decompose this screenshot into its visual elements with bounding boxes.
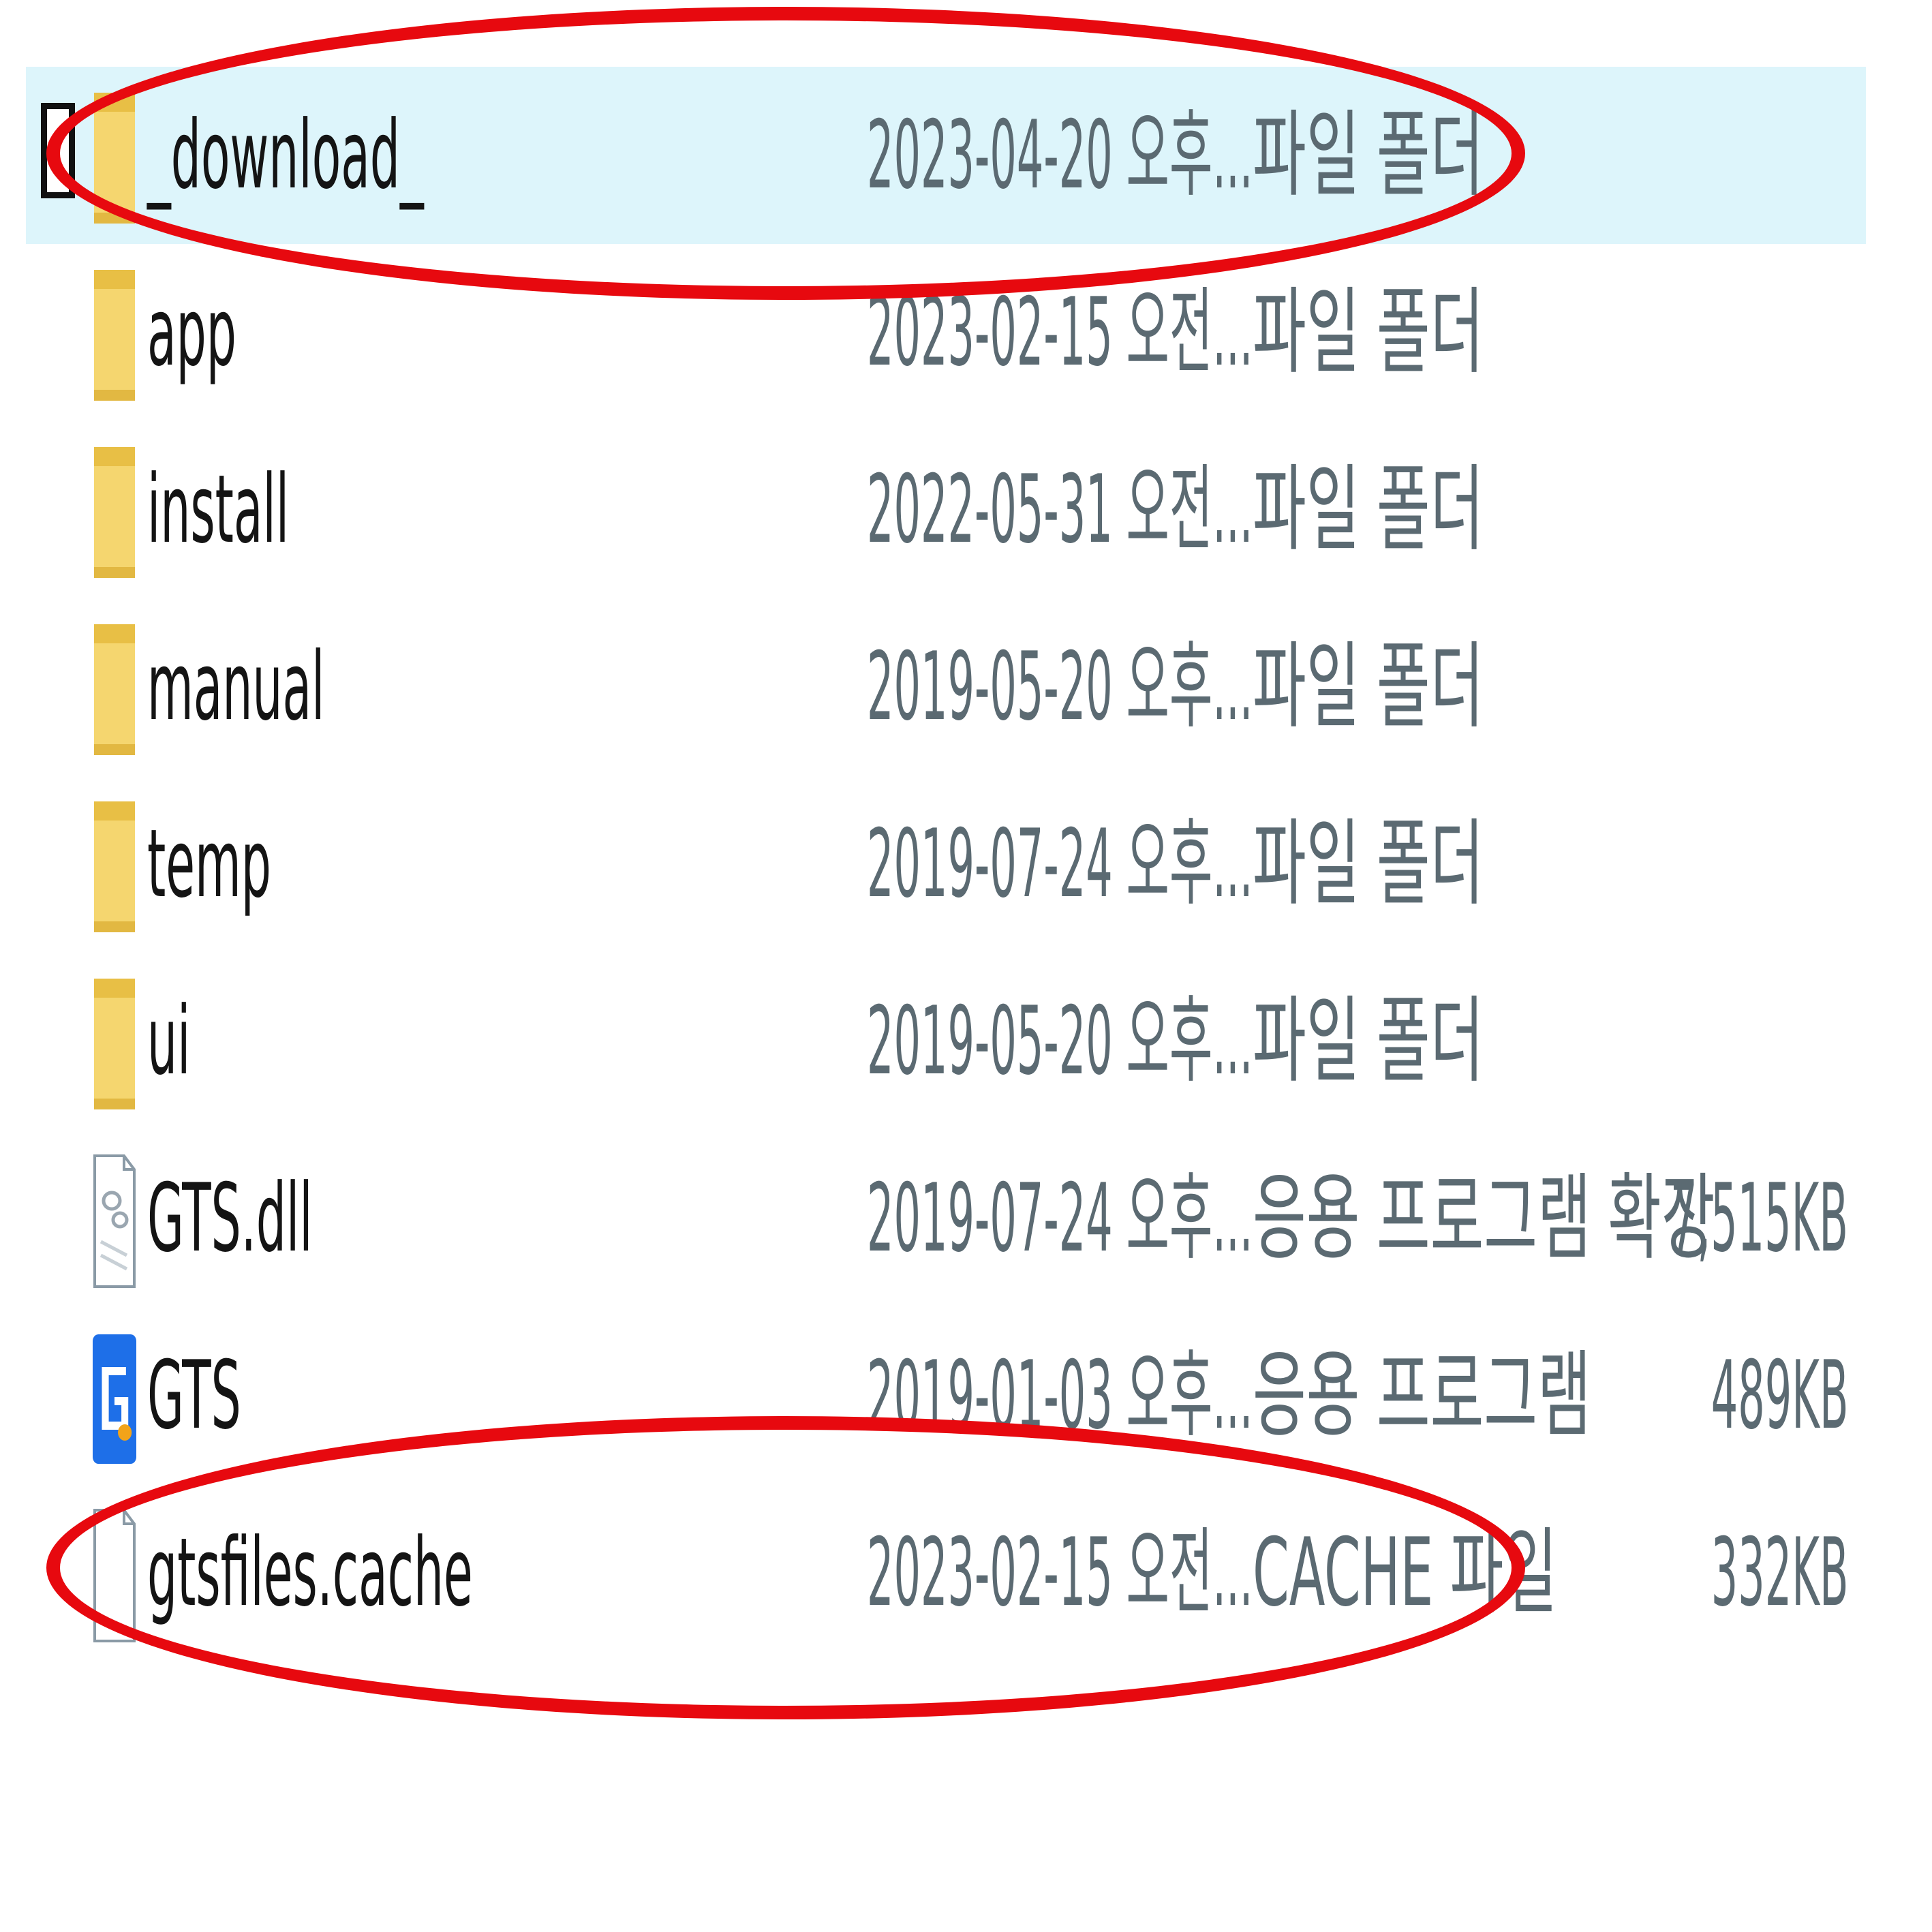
folder-icon — [93, 976, 136, 1112]
file-size: 489KB — [1711, 1340, 1848, 1450]
file-type: 파일 폴더 — [1253, 986, 1484, 1096]
date-modified: 2019-05-20 오후... — [867, 986, 1253, 1096]
file-name: _download_ — [147, 100, 424, 210]
file-type: 응용 프로그램 확장 — [1253, 1163, 1715, 1273]
file-type: 파일 폴더 — [1253, 100, 1484, 210]
gts-app-icon — [93, 1330, 136, 1467]
list-item-gts-app[interactable]: GTS 2019-01-03 오후... 응용 프로그램 489KB — [26, 1307, 1866, 1484]
list-item-manual[interactable]: manual 2019-05-20 오후... 파일 폴더 — [26, 598, 1866, 776]
date-modified: 2022-05-31 오전... — [867, 455, 1253, 564]
date-modified: 2019-07-24 오후... — [867, 1163, 1253, 1273]
date-modified: 2023-02-15 오전... — [867, 1518, 1253, 1627]
file-type: 응용 프로그램 — [1253, 1340, 1591, 1450]
file-type: 파일 폴더 — [1253, 277, 1484, 387]
file-name: temp — [147, 809, 271, 919]
folder-icon — [93, 90, 136, 226]
list-item-download[interactable]: _download_ 2023-04-20 오후... 파일 폴더 — [26, 67, 1866, 244]
date-modified: 2019-05-20 오후... — [867, 632, 1253, 741]
list-item-gtsfiles-cache[interactable]: gtsfiles.cache 2023-02-15 오전... CACHE 파일… — [26, 1484, 1866, 1661]
file-type: CACHE 파일 — [1253, 1518, 1558, 1627]
folder-icon — [93, 622, 136, 758]
folder-icon — [93, 799, 136, 935]
row-checkbox[interactable] — [41, 103, 75, 198]
date-modified: 2019-01-03 오후... — [867, 1340, 1253, 1450]
date-modified: 2023-02-15 오전... — [867, 277, 1253, 387]
list-item-install[interactable]: install 2022-05-31 오전... 파일 폴더 — [26, 421, 1866, 598]
file-size: 7,515KB — [1670, 1163, 1848, 1273]
file-size: 332KB — [1711, 1518, 1848, 1627]
folder-icon — [93, 267, 136, 403]
file-list: _download_ 2023-04-20 오후... 파일 폴더 app 20… — [0, 0, 1932, 1932]
dll-file-icon — [93, 1153, 136, 1289]
file-type: 파일 폴더 — [1253, 809, 1484, 919]
list-item-temp[interactable]: temp 2019-07-24 오후... 파일 폴더 — [26, 776, 1866, 953]
file-type: 파일 폴더 — [1253, 632, 1484, 741]
file-type: 파일 폴더 — [1253, 455, 1484, 564]
list-item-gts-dll[interactable]: GTS.dll 2019-07-24 오후... 응용 프로그램 확장 7,51… — [26, 1130, 1866, 1307]
file-name: GTS.dll — [147, 1163, 313, 1273]
file-name: ui — [147, 986, 191, 1096]
date-modified: 2019-07-24 오후... — [867, 809, 1253, 919]
folder-icon — [93, 444, 136, 581]
file-name: manual — [147, 632, 325, 741]
date-modified: 2023-04-20 오후... — [867, 100, 1253, 210]
file-name: install — [147, 455, 290, 564]
file-name: GTS — [147, 1340, 241, 1450]
list-item-ui[interactable]: ui 2019-05-20 오후... 파일 폴더 — [26, 953, 1866, 1130]
list-item-app[interactable]: app 2023-02-15 오전... 파일 폴더 — [26, 244, 1866, 421]
file-name: gtsfiles.cache — [147, 1518, 473, 1627]
file-name: app — [147, 277, 236, 387]
file-icon — [93, 1507, 136, 1644]
